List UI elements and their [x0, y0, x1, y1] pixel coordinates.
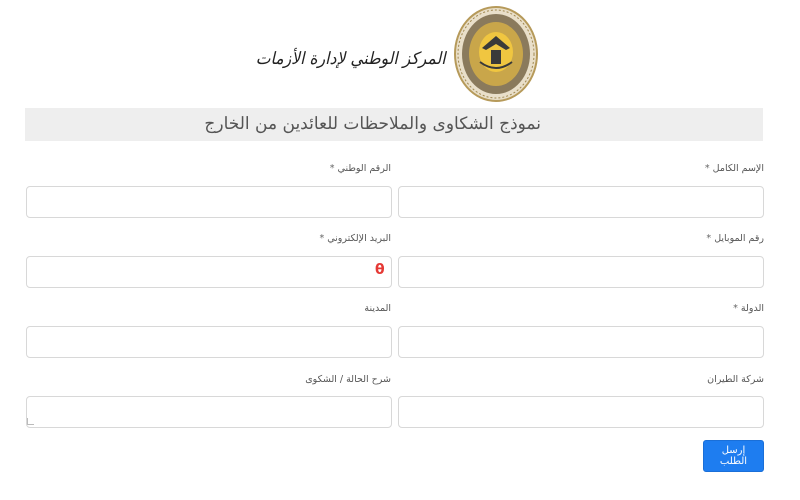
submit-button[interactable]: إرسل الطلب	[703, 440, 764, 472]
city-label: المدينة	[27, 303, 391, 314]
required-mark: *	[319, 233, 325, 244]
email-extension-icon[interactable]: θ	[375, 262, 385, 278]
national-id-label-text: الرقم الوطني	[337, 163, 391, 174]
form-title: نموذج الشكاوى والملاحظات للعائدين من الخ…	[204, 114, 541, 134]
country-label: الدولة *	[400, 303, 764, 314]
airline-input[interactable]	[398, 396, 764, 428]
mobile-label-text: رقم الموبايل	[714, 233, 764, 244]
national-id-input[interactable]	[26, 186, 392, 218]
required-mark: *	[733, 303, 738, 314]
email-input[interactable]	[26, 256, 392, 288]
mobile-input[interactable]	[398, 256, 764, 288]
textarea-resize-grip-icon[interactable]	[27, 418, 34, 425]
airline-label-text: شركة الطيران	[707, 374, 764, 385]
airline-label: شركة الطيران	[400, 374, 764, 385]
city-label-text: المدينة	[364, 303, 391, 314]
full-name-label-text: الإسم الكامل	[712, 163, 764, 174]
required-mark: *	[329, 163, 335, 174]
page-header: المركز الوطني لإدارة الأزمات	[0, 0, 800, 108]
mobile-label: رقم الموبايل *	[400, 233, 764, 244]
complaint-label-text: شرح الحالة / الشكوى	[305, 374, 391, 385]
form-title-bar: نموذج الشكاوى والملاحظات للعائدين من الخ…	[25, 108, 763, 141]
country-input[interactable]	[398, 326, 764, 358]
emblem-logo-icon	[454, 6, 538, 102]
required-mark: *	[704, 163, 710, 174]
email-label-text: البريد الإلكتروني	[327, 233, 391, 244]
city-input[interactable]	[26, 326, 392, 358]
national-id-label: الرقم الوطني *	[27, 163, 391, 174]
country-label-text: الدولة	[740, 303, 764, 314]
required-mark: *	[706, 233, 712, 244]
full-name-input[interactable]	[398, 186, 764, 218]
full-name-label: الإسم الكامل *	[400, 163, 764, 174]
complaint-textarea[interactable]	[26, 396, 392, 428]
complaint-label: شرح الحالة / الشكوى	[27, 374, 391, 385]
logo-wordmark: المركز الوطني لإدارة الأزمات	[255, 49, 446, 69]
email-label: البريد الإلكتروني *	[27, 233, 391, 244]
